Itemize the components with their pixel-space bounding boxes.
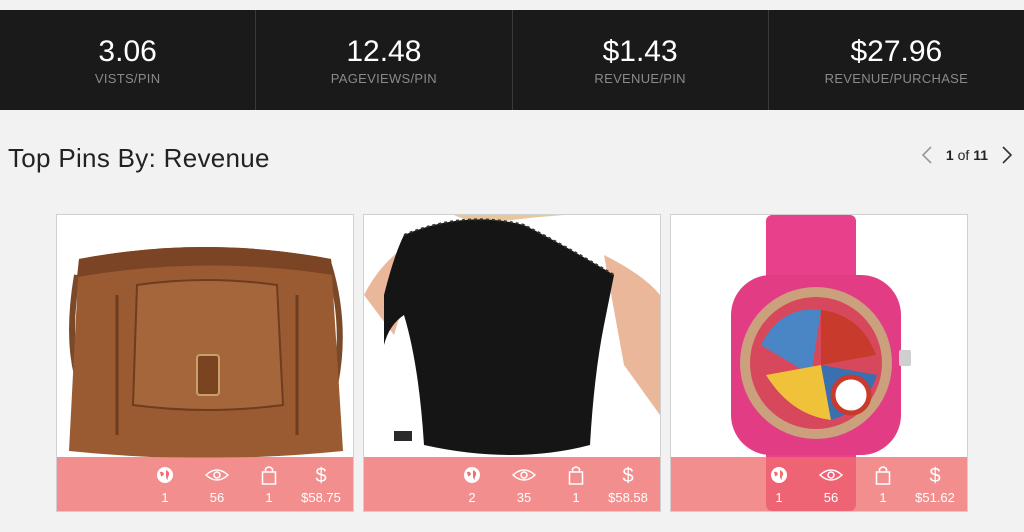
page-indicator: 1 of 11 — [946, 147, 988, 163]
chevron-right-icon — [1002, 146, 1013, 164]
stat-value: $27.96 — [850, 34, 943, 68]
shopping-bag-icon — [261, 464, 277, 486]
metric-value: 2 — [468, 489, 476, 505]
stat-revenue-per-purchase: $27.96 REVENUE/PURCHASE — [769, 10, 1024, 110]
shopping-bag-icon — [568, 464, 584, 486]
metric-repins: 1 — [753, 457, 805, 511]
globe-icon — [156, 464, 174, 486]
stat-visits-per-pin: 3.06 VISTS/PIN — [0, 10, 257, 110]
metric-views: 56 — [191, 457, 243, 511]
chevron-left-icon — [921, 146, 932, 164]
next-page-button[interactable] — [996, 144, 1018, 166]
stat-revenue-per-pin: $1.43 REVENUE/PIN — [513, 10, 769, 110]
metric-value: $51.62 — [915, 489, 955, 505]
pin-stats: 1 56 1 $ $58.75 — [57, 457, 353, 511]
stats-bar: 3.06 VISTS/PIN 12.48 PAGEVIEWS/PIN $1.43… — [0, 10, 1024, 110]
stat-value: 3.06 — [98, 34, 157, 68]
pin-card[interactable]: 1 56 1 $ $58.75 — [56, 214, 354, 512]
metric-purchases: 1 — [550, 457, 602, 511]
metric-value: 1 — [572, 489, 580, 505]
prev-page-button[interactable] — [916, 144, 938, 166]
current-page: 1 — [945, 147, 954, 163]
metric-revenue: $ $51.62 — [909, 457, 961, 511]
stat-value: $1.43 — [602, 34, 678, 68]
metric-views: 35 — [498, 457, 550, 511]
page-of: of — [957, 147, 970, 163]
total-pages: 11 — [973, 147, 988, 163]
metric-revenue: $ $58.75 — [295, 457, 347, 511]
metric-value: 35 — [516, 489, 532, 505]
dollar-icon: $ — [621, 464, 635, 486]
section-title: Top Pins By: Revenue — [8, 143, 270, 173]
globe-icon — [463, 464, 481, 486]
pin-stats: 1 56 1 $ $51.62 — [671, 457, 967, 511]
metric-value: 1 — [879, 489, 887, 505]
metric-revenue: $ $58.58 — [602, 457, 654, 511]
metric-purchases: 1 — [243, 457, 295, 511]
stat-label: REVENUE/PIN — [594, 70, 686, 86]
metric-value: 1 — [265, 489, 273, 505]
eye-icon — [819, 464, 843, 486]
metric-views: 56 — [805, 457, 857, 511]
dollar-icon: $ — [928, 464, 942, 486]
eye-icon — [205, 464, 229, 486]
metric-repins: 2 — [446, 457, 498, 511]
shopping-bag-icon — [875, 464, 891, 486]
stat-pageviews-per-pin: 12.48 PAGEVIEWS/PIN — [256, 10, 513, 110]
svg-text:$: $ — [929, 465, 940, 486]
pin-card[interactable]: 2 35 1 $ $58.58 — [363, 214, 661, 512]
metric-value: 1 — [161, 489, 169, 505]
metric-value: $58.58 — [608, 489, 648, 505]
pager: 1 of 11 — [916, 144, 1018, 166]
stat-label: PAGEVIEWS/PIN — [330, 70, 437, 86]
pin-card[interactable]: 1 56 1 $ $51.62 — [670, 214, 968, 512]
pin-cards: 1 56 1 $ $58.75 2 35 1 $ $58.58 1 56 1 $… — [56, 214, 968, 512]
metric-repins: 1 — [139, 457, 191, 511]
metric-value: 56 — [823, 489, 839, 505]
dollar-icon: $ — [314, 464, 328, 486]
metric-value: 1 — [775, 489, 783, 505]
metric-purchases: 1 — [857, 457, 909, 511]
stat-value: 12.48 — [346, 34, 422, 68]
stat-label: REVENUE/PURCHASE — [824, 70, 969, 86]
stat-label: VISTS/PIN — [94, 70, 161, 86]
globe-icon — [770, 464, 788, 486]
metric-value: $58.75 — [301, 489, 341, 505]
svg-text:$: $ — [315, 465, 326, 486]
eye-icon — [512, 464, 536, 486]
pin-stats: 2 35 1 $ $58.58 — [364, 457, 660, 511]
metric-value: 56 — [209, 489, 225, 505]
svg-text:$: $ — [622, 465, 633, 486]
